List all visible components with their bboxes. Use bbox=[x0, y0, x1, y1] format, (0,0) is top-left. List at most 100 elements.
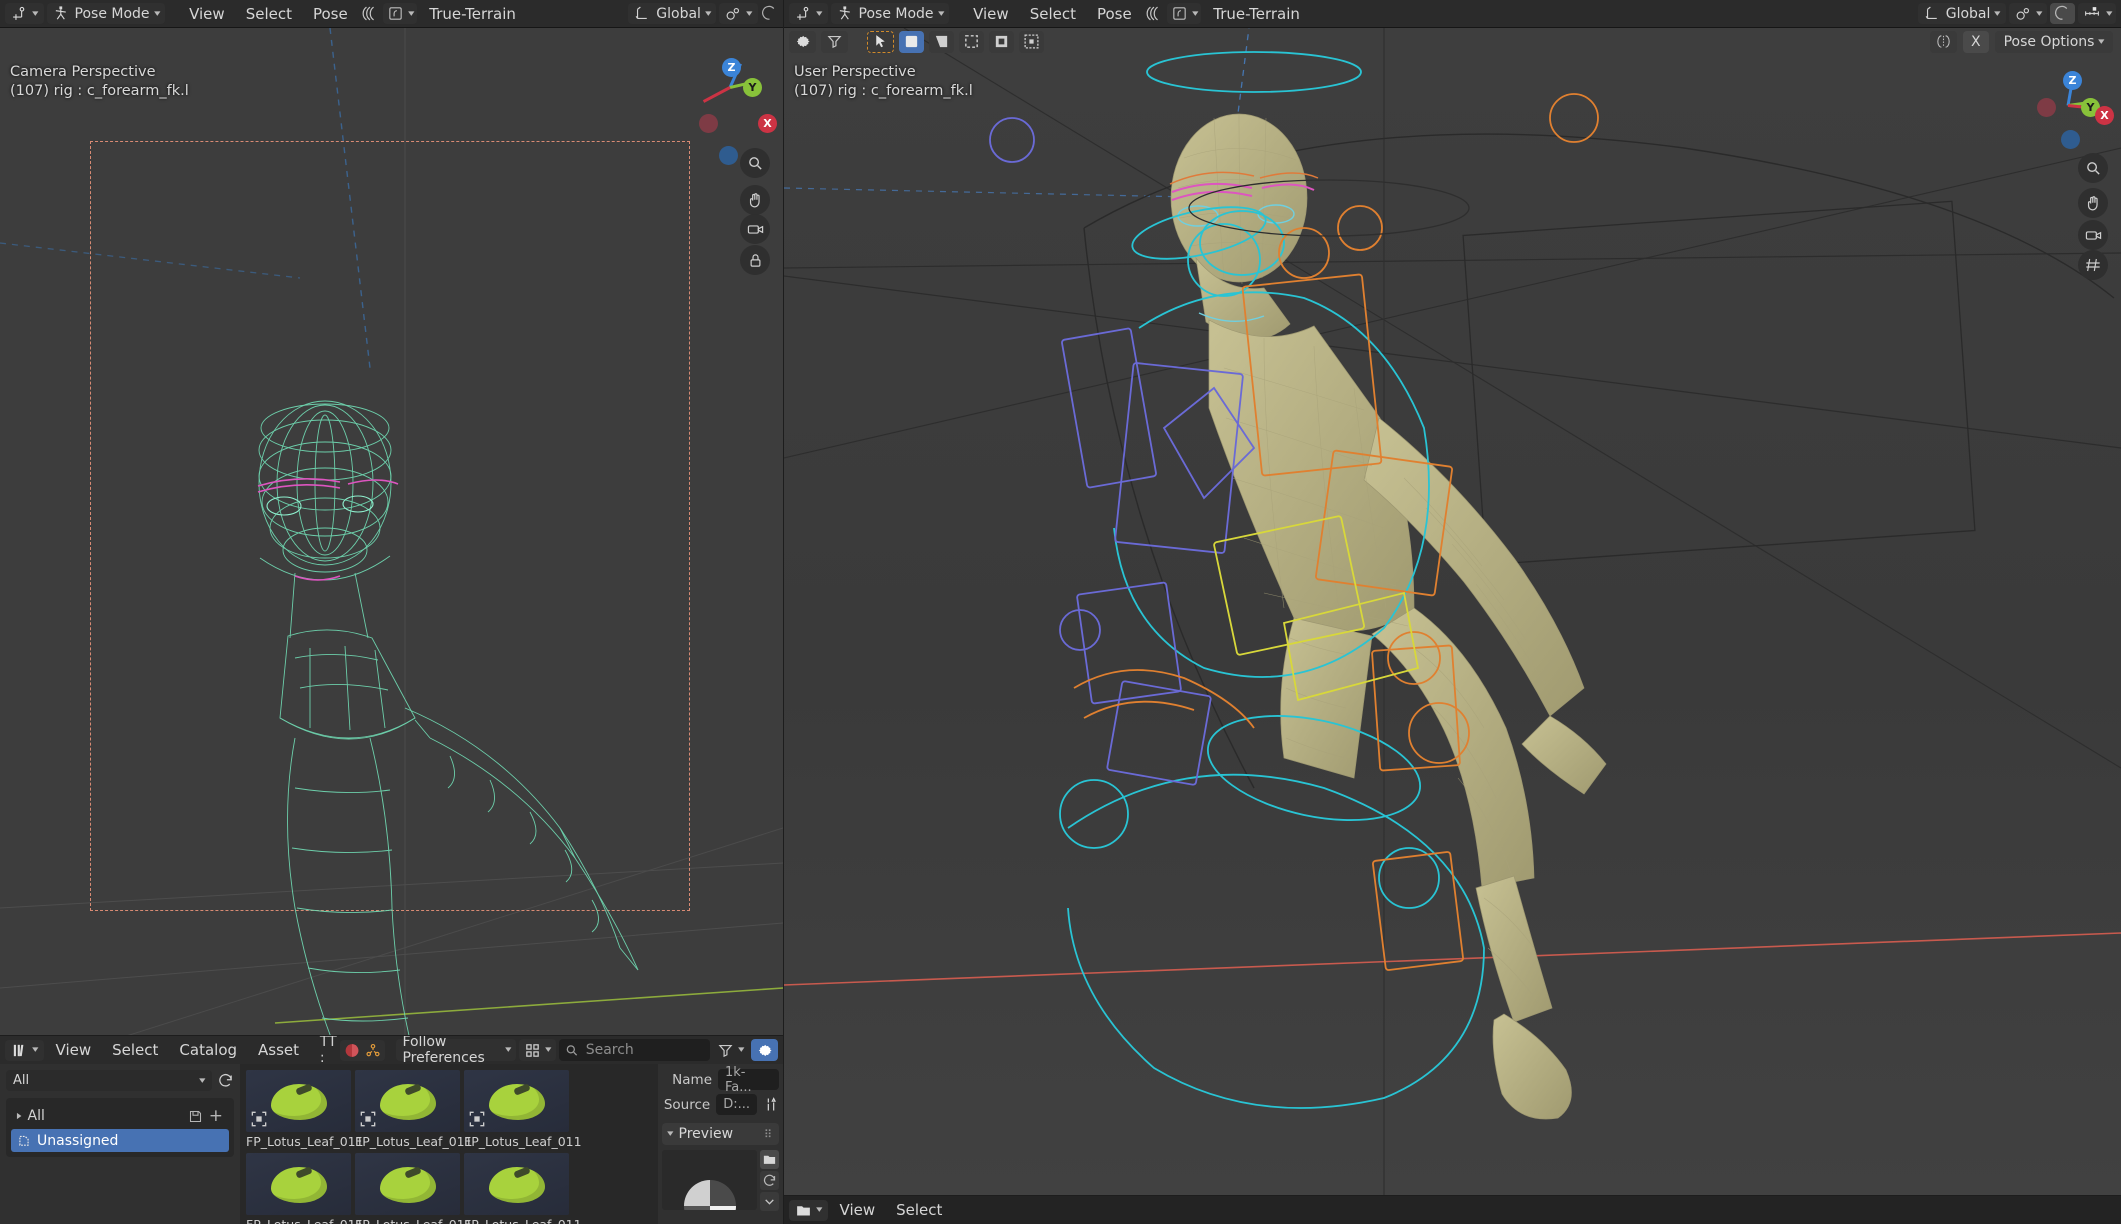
gizmo-axis-neg-x[interactable] bbox=[699, 114, 718, 133]
collection-visibility-button[interactable]: ▾ bbox=[382, 3, 418, 24]
viewport-lock-button[interactable] bbox=[740, 245, 770, 275]
mode-selector[interactable]: Pose Mode ▾ bbox=[46, 3, 166, 24]
grip-icon[interactable]: ⠿ bbox=[764, 1128, 773, 1141]
tool-icon[interactable] bbox=[763, 1096, 779, 1113]
asset-item[interactable]: FP_Lotus_Leaf_011 bbox=[355, 1153, 473, 1224]
left-3d-viewport[interactable]: ▾ Pose Mode ▾ View Select Pose ▾ True-Te… bbox=[0, 0, 783, 1035]
filter-button[interactable]: ▾ bbox=[713, 1039, 748, 1061]
select-subtract-button[interactable] bbox=[959, 30, 984, 53]
gizmo-axis-y[interactable]: Y bbox=[743, 78, 762, 97]
snapping-button[interactable]: ▾ bbox=[719, 3, 758, 24]
asset-catalog-panel[interactable]: All ▾ ▾ All + Unassigned bbox=[0, 1064, 240, 1224]
asset-item[interactable]: FP_Lotus_Leaf_011 bbox=[355, 1070, 473, 1149]
menu-select[interactable]: Select bbox=[1021, 0, 1085, 28]
chevron-down-icon[interactable] bbox=[760, 1192, 779, 1211]
menu-view[interactable]: View bbox=[180, 0, 234, 28]
folder-icon[interactable] bbox=[760, 1150, 779, 1169]
transform-orientation-button[interactable]: Global ▾ bbox=[1917, 3, 2006, 24]
display-mode-selector[interactable]: Follow Preferences ▾ bbox=[396, 1036, 517, 1066]
asset-item[interactable]: FP_Lotus_Leaf_011 bbox=[246, 1070, 364, 1149]
mirror-axis-x-button[interactable]: X bbox=[1962, 30, 1989, 53]
menu-pose[interactable]: Pose bbox=[1088, 0, 1141, 28]
right-3d-viewport[interactable]: ▾ Pose Mode ▾ View Select Pose ▾ True-Te… bbox=[784, 0, 2121, 1195]
asset-source-row[interactable]: Source D:... bbox=[662, 1094, 779, 1115]
editor-type-button[interactable]: ▾ bbox=[5, 1039, 44, 1061]
menu-pose[interactable]: Pose bbox=[304, 0, 357, 28]
select-invert-button[interactable] bbox=[989, 30, 1014, 53]
menu-select[interactable]: Select bbox=[103, 1036, 167, 1064]
gizmo-axis-neg-x[interactable] bbox=[2037, 98, 2056, 117]
left-viewport-canvas[interactable]: Camera Perspective (107) rig : c_forearm… bbox=[0, 28, 783, 1035]
right-navigation-gizmo[interactable]: Z Y X bbox=[2031, 68, 2114, 149]
viewport-pan-button[interactable] bbox=[740, 185, 770, 215]
pose-options-button[interactable]: Pose Options ▾ bbox=[1994, 30, 2113, 53]
asset-options-button[interactable] bbox=[751, 1039, 778, 1061]
preview-panel-header[interactable]: ▾ Preview ⠿ bbox=[662, 1123, 779, 1145]
asset-name-row[interactable]: Name 1k-Fa... bbox=[662, 1065, 779, 1095]
viewport-zoom-button[interactable] bbox=[2078, 153, 2108, 183]
transform-orientation-button[interactable]: Global ▾ bbox=[628, 3, 717, 24]
menu-view[interactable]: View bbox=[964, 0, 1018, 28]
proportional-edit-icon[interactable] bbox=[761, 5, 778, 22]
preview-body[interactable] bbox=[662, 1150, 779, 1211]
status-menu-select[interactable]: Select bbox=[887, 1196, 951, 1224]
gizmo-axis-z[interactable]: Z bbox=[2063, 71, 2082, 90]
asset-sidebar[interactable]: Name 1k-Fa... Source D:... ▾ Preview ⠿ bbox=[658, 1064, 783, 1224]
asset-name-field[interactable]: 1k-Fa... bbox=[718, 1065, 779, 1095]
library-filter-buttons[interactable] bbox=[339, 1039, 385, 1061]
asset-grid[interactable]: FP_Lotus_Leaf_011 FP_Lotus_Leaf_011 FP_L… bbox=[240, 1064, 658, 1224]
select-cursor-button[interactable] bbox=[867, 30, 894, 53]
tool-settings-button[interactable] bbox=[789, 30, 816, 53]
status-menu-view[interactable]: View bbox=[831, 1196, 885, 1224]
armature-bone-widgets[interactable] bbox=[784, 28, 2121, 1195]
asset-item[interactable]: FP_Lotus_Leaf_011 bbox=[246, 1153, 364, 1224]
left-navigation-gizmo[interactable]: Z Y X bbox=[693, 50, 777, 165]
mode-selector[interactable]: Pose Mode ▾ bbox=[830, 3, 950, 24]
object-icon[interactable] bbox=[364, 1042, 382, 1059]
right-viewport-canvas[interactable]: User Perspective (107) rig : c_forearm_f… bbox=[784, 28, 2121, 1195]
asset-browser-body[interactable]: All ▾ ▾ All + Unassigned FP_Lotus_Leaf_0… bbox=[0, 1064, 783, 1224]
refresh-icon[interactable] bbox=[217, 1072, 234, 1089]
asset-source-field[interactable]: D:... bbox=[716, 1094, 757, 1115]
gizmo-axis-z[interactable]: Z bbox=[722, 58, 741, 77]
viewport-grid-button[interactable] bbox=[2078, 250, 2108, 280]
search-input[interactable]: Search bbox=[558, 1039, 711, 1061]
left-viewport-header[interactable]: ▾ Pose Mode ▾ View Select Pose ▾ True-Te… bbox=[0, 0, 783, 28]
preview-buttons[interactable] bbox=[760, 1150, 779, 1211]
menu-select[interactable]: Select bbox=[237, 0, 301, 28]
gizmo-axis-x[interactable]: X bbox=[2095, 106, 2114, 125]
plus-icon[interactable]: + bbox=[209, 1106, 223, 1126]
select-intersect-button[interactable] bbox=[1019, 30, 1044, 53]
menu-catalog[interactable]: Catalog bbox=[170, 1036, 246, 1064]
display-size-button[interactable]: ▾ bbox=[519, 1039, 556, 1061]
library-selector[interactable]: All ▾ bbox=[6, 1070, 212, 1091]
file-browser-editor-button[interactable]: ▾ bbox=[789, 1199, 828, 1221]
gizmo-axis-x[interactable]: X bbox=[758, 114, 777, 133]
asset-item[interactable]: FP_Lotus_Leaf_011 bbox=[464, 1153, 582, 1224]
x-mirror-toggle[interactable] bbox=[1929, 30, 1957, 53]
viewport-camera-button[interactable] bbox=[740, 214, 770, 244]
pose-options-row[interactable]: X Pose Options ▾ bbox=[1929, 28, 2113, 55]
right-viewport-header[interactable]: ▾ Pose Mode ▾ View Select Pose ▾ True-Te… bbox=[784, 0, 2121, 28]
catalog-item-unassigned[interactable]: Unassigned bbox=[11, 1129, 229, 1152]
material-icon[interactable] bbox=[343, 1042, 361, 1059]
menu-asset[interactable]: Asset bbox=[249, 1036, 308, 1064]
select-extend-button[interactable] bbox=[929, 30, 954, 53]
asset-browser[interactable]: ▾ View Select Catalog Asset TT : Follow … bbox=[0, 1036, 783, 1224]
magnet-toggle[interactable] bbox=[2050, 3, 2076, 24]
proportional-falloff-button[interactable]: ▾ bbox=[2078, 3, 2116, 24]
editor-type-button[interactable]: ▾ bbox=[5, 3, 44, 24]
editor-type-button[interactable]: ▾ bbox=[789, 3, 828, 24]
catalog-tree[interactable]: ▾ All + Unassigned bbox=[6, 1098, 234, 1157]
menu-view[interactable]: View bbox=[47, 1036, 101, 1064]
viewport-camera-button[interactable] bbox=[2078, 220, 2108, 250]
catalog-root-row[interactable]: ▾ All + bbox=[11, 1103, 229, 1129]
right-status-bar[interactable]: ▾ View Select bbox=[784, 1196, 2121, 1224]
refresh-icon[interactable] bbox=[760, 1171, 779, 1190]
asset-browser-header[interactable]: ▾ View Select Catalog Asset TT : Follow … bbox=[0, 1036, 783, 1066]
viewport-zoom-button[interactable] bbox=[740, 148, 770, 178]
save-icon[interactable] bbox=[188, 1108, 203, 1125]
filter-button[interactable] bbox=[821, 30, 848, 53]
gizmo-axis-neg-z[interactable] bbox=[719, 146, 738, 165]
snapping-button[interactable]: ▾ bbox=[2008, 3, 2048, 24]
